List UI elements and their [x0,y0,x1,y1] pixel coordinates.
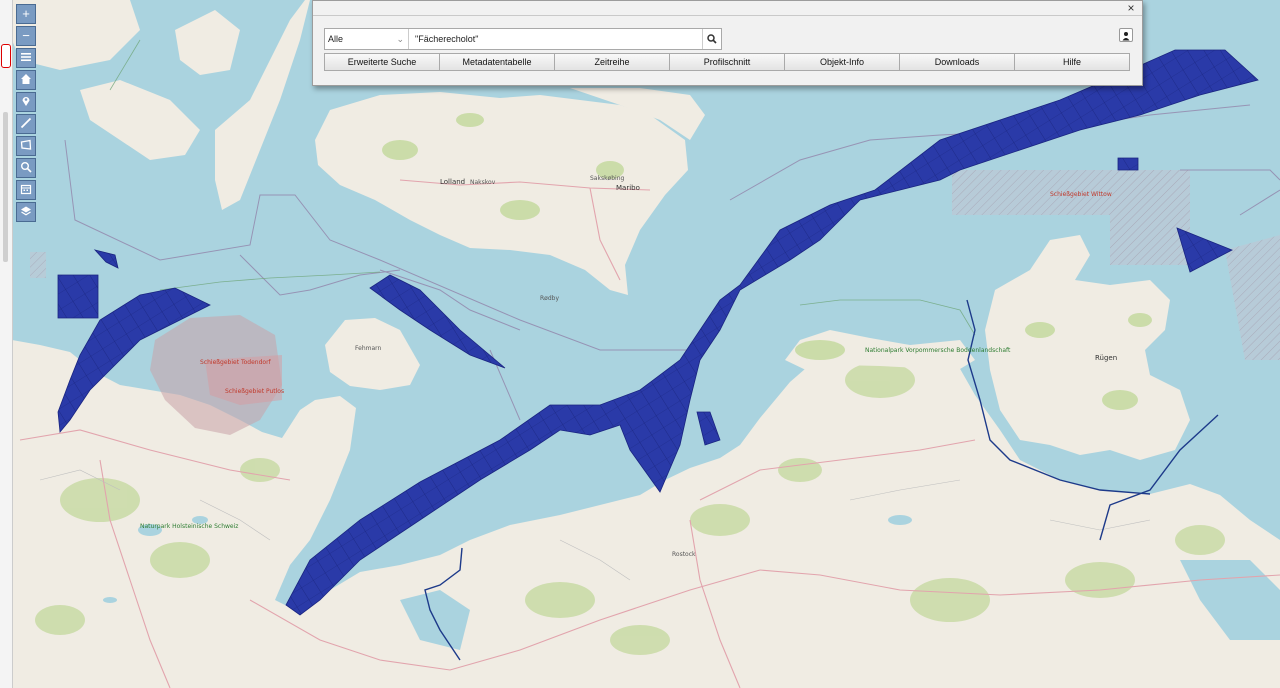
label-lolland: Lolland [440,178,465,186]
tab-metadata-table[interactable]: Metadatentabelle [440,54,555,70]
time-button[interactable] [16,180,36,200]
marker-button[interactable] [16,92,36,112]
menu-icon [21,53,31,61]
category-select[interactable]: Alle ⌄ [325,29,409,49]
search-bar: Alle ⌄ [324,28,722,50]
user-button[interactable] [1119,28,1133,42]
home-button[interactable] [16,70,36,90]
zoom-out-button[interactable]: − [16,26,36,46]
label-restricted-2: Schießgebiet Putlos [225,388,284,395]
label-nationalpark: Nationalpark Vorpommersche Boddenlandsch… [865,347,1011,354]
tab-profile[interactable]: Profilschnitt [670,54,785,70]
map-toolbar: + − [16,4,38,224]
panel-tabs: Erweiterte Suche Metadatentabelle Zeitre… [324,53,1130,71]
label-maribo: Maribo [616,184,640,192]
tab-time-series[interactable]: Zeitreihe [555,54,670,70]
label-rostock: Rostock [672,551,696,558]
zoom-area-icon [21,162,32,173]
label-schweiz: Naturpark Holsteinische Schweiz [140,523,238,530]
left-sidebar-strip [0,0,13,688]
tab-downloads[interactable]: Downloads [900,54,1015,70]
category-value: Alle [328,34,344,44]
search-button[interactable] [702,29,721,49]
label-restricted-3: Schießgebiet Wittow [1050,191,1112,198]
calendar-icon [20,184,32,195]
label-fehmarn: Fehmarn [355,345,382,352]
home-icon [21,74,31,84]
tab-help[interactable]: Hilfe [1015,54,1129,70]
label-restricted-1: Schießgebiet Todendorf [200,359,272,366]
measure-line-icon [20,117,32,129]
sidebar-tab[interactable] [1,44,11,68]
search-icon [707,34,717,44]
polygon-button[interactable] [16,136,36,156]
search-input[interactable] [411,29,709,49]
layers-icon [21,206,31,216]
label-ruegen: Rügen [1095,354,1117,362]
label-sakskobing: Sakskøbing [590,175,625,182]
map-pin-icon [22,97,30,106]
map-canvas[interactable]: Lolland Nakskov Maribo Rødby Sakskøbing … [0,0,1280,688]
zoom-area-button[interactable] [16,158,36,178]
layers-button[interactable] [16,202,36,222]
sidebar-scrollbar[interactable] [3,112,8,262]
chevron-down-icon: ⌄ [396,34,404,44]
close-button[interactable]: × [1124,1,1138,15]
zoom-in-button[interactable]: + [16,4,36,24]
label-nakskov: Nakskov [470,179,496,186]
menu-button[interactable] [16,48,36,68]
measure-line-button[interactable] [16,114,36,134]
label-rodby: Rødby [540,295,559,302]
panel-divider [313,15,1142,16]
tab-advanced-search[interactable]: Erweiterte Suche [325,54,440,70]
search-panel: × Alle ⌄ Erweiterte Suche Metadatentabel… [312,0,1143,86]
tab-object-info[interactable]: Objekt-Info [785,54,900,70]
polygon-icon [20,139,32,150]
user-icon [1122,32,1130,41]
